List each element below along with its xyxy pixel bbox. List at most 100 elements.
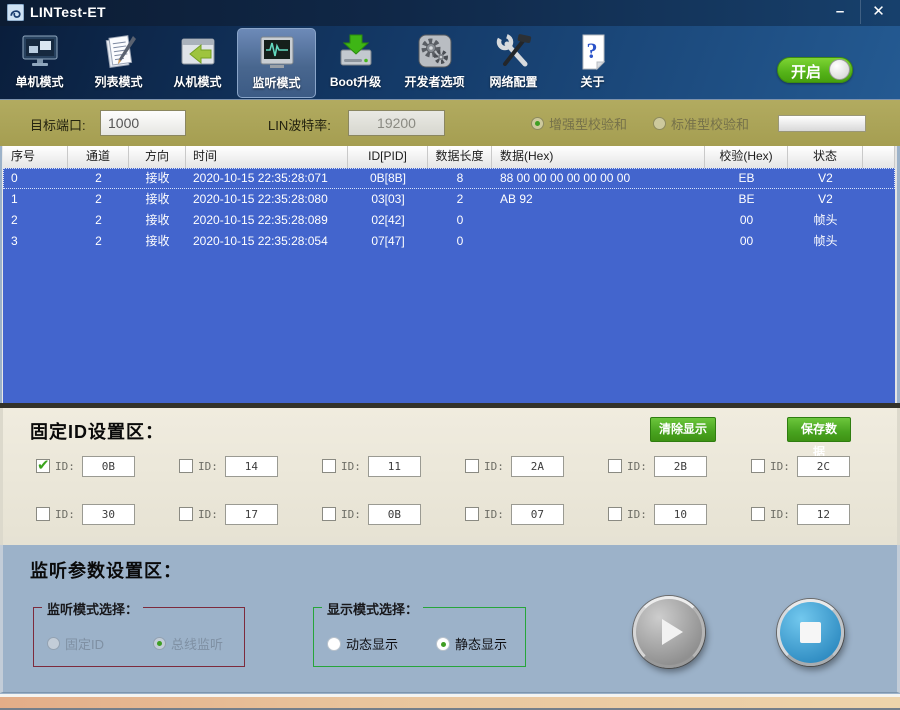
column-header[interactable]: 校验(Hex) (705, 146, 788, 168)
toolbar-item-label: Boot升级 (330, 73, 381, 90)
table-row[interactable]: 32接收2020-10-15 22:35:28:05407[47]000帧头 (3, 231, 895, 252)
toolbar-item-developer-options[interactable]: 开发者选项 (395, 28, 474, 98)
table-cell: 8 (428, 168, 492, 189)
radio-option-动态显示[interactable]: 动态显示 (327, 634, 398, 653)
radio-label: 增强型校验和 (549, 114, 627, 133)
stop-button[interactable] (777, 599, 844, 666)
id-checkbox[interactable] (751, 459, 765, 473)
id-checkbox[interactable] (465, 459, 479, 473)
svg-text:?: ? (586, 38, 597, 63)
column-header[interactable]: 方向 (129, 146, 186, 168)
app-logo-icon (7, 4, 24, 21)
app-window: LINTest-ET – ✕ 单机模式列表模式从机模式监听模式Boot升级开发者… (0, 0, 900, 710)
target-port-input[interactable] (100, 110, 186, 136)
table-row[interactable]: 02接收2020-10-15 22:35:28:0710B[8B]888 00 … (3, 168, 895, 189)
id-label: ID: (627, 460, 647, 473)
toolbar-item-slave-mode[interactable]: 从机模式 (158, 28, 237, 98)
fixed-id-group: ID: (36, 503, 135, 525)
gear-icon (415, 33, 455, 71)
minimize-button[interactable]: – (822, 0, 858, 24)
id-value-input[interactable] (511, 456, 564, 477)
frame-table: 序号通道方向时间ID[PID]数据长度数据(Hex)校验(Hex)状态 02接收… (2, 146, 897, 403)
id-value-input[interactable] (797, 456, 850, 477)
table-cell: 0 (3, 168, 68, 189)
id-value-input[interactable] (225, 456, 278, 477)
column-header[interactable]: 数据长度 (428, 146, 492, 168)
fixed-id-group: ID: (608, 455, 707, 477)
save-data-button[interactable]: 保存数据 (787, 417, 851, 442)
toolbar-item-label: 网络配置 (489, 73, 537, 90)
id-value-input[interactable] (797, 504, 850, 525)
id-value-input[interactable] (368, 456, 421, 477)
clear-display-button[interactable]: 清除显示 (650, 417, 716, 442)
extra-input[interactable] (778, 115, 866, 132)
fixed-id-group: ID: (751, 455, 850, 477)
table-cell: 2 (68, 210, 129, 231)
table-cell-filler (863, 210, 895, 231)
toolbar-item-listen-mode[interactable]: 监听模式 (237, 28, 316, 98)
toggle-knob[interactable] (829, 59, 850, 80)
column-header[interactable]: 数据(Hex) (492, 146, 705, 168)
table-cell-filler (863, 168, 895, 189)
id-label: ID: (198, 460, 218, 473)
radio-option-增强型校验和: 增强型校验和 (531, 114, 627, 133)
id-value-input[interactable] (82, 456, 135, 477)
id-checkbox[interactable] (751, 507, 765, 521)
table-cell: 2 (3, 210, 68, 231)
id-checkbox[interactable] (322, 507, 336, 521)
id-value-input[interactable] (225, 504, 278, 525)
fixed-id-group: ID: (36, 455, 135, 477)
listen-title: 监听参数设置区： (30, 557, 182, 583)
toolbar-item-list-mode[interactable]: 列表模式 (79, 28, 158, 98)
table-cell: 1 (3, 189, 68, 210)
table-row[interactable]: 22接收2020-10-15 22:35:28:08902[42]000帧头 (3, 210, 895, 231)
play-button[interactable] (633, 596, 705, 668)
close-button[interactable]: ✕ (860, 0, 896, 24)
column-header[interactable]: 状态 (788, 146, 863, 168)
table-cell (492, 231, 705, 252)
table-row[interactable]: 12接收2020-10-15 22:35:28:08003[03]2AB 92B… (3, 189, 895, 210)
id-value-input[interactable] (654, 456, 707, 477)
id-value-input[interactable] (82, 504, 135, 525)
start-toggle-label: 开启 (791, 61, 821, 82)
id-value-input[interactable] (654, 504, 707, 525)
table-cell-filler (863, 189, 895, 210)
toolbar-item-network-config[interactable]: 网络配置 (474, 28, 553, 98)
id-checkbox[interactable] (36, 507, 50, 521)
toolbar-item-boot-upgrade[interactable]: Boot升级 (316, 28, 395, 98)
id-value-input[interactable] (368, 504, 421, 525)
table-cell: 2020-10-15 22:35:28:071 (186, 168, 348, 189)
table-cell: V2 (788, 189, 863, 210)
monitor-icon (20, 33, 60, 71)
id-value-input[interactable] (511, 504, 564, 525)
boot-icon (336, 33, 376, 71)
id-checkbox[interactable] (465, 507, 479, 521)
column-header[interactable]: ID[PID] (348, 146, 428, 168)
display-mode-options: 动态显示 静态显示 (327, 634, 507, 653)
column-header[interactable]: 时间 (186, 146, 348, 168)
id-label: ID: (770, 460, 790, 473)
id-checkbox[interactable] (179, 459, 193, 473)
radio-option-静态显示[interactable]: 静态显示 (436, 634, 507, 653)
toolbar: 单机模式列表模式从机模式监听模式 Boot升级开发者选项网络配置 ?关于 开启 (0, 26, 900, 100)
column-header[interactable]: 序号 (3, 146, 68, 168)
toolbar-item-about[interactable]: ?关于 (553, 28, 632, 98)
id-checkbox[interactable] (608, 459, 622, 473)
id-checkbox[interactable] (179, 507, 193, 521)
id-label: ID: (627, 508, 647, 521)
column-header[interactable]: 通道 (68, 146, 129, 168)
fixed-id-group: ID: (179, 455, 278, 477)
table-cell: 3 (3, 231, 68, 252)
table-cell: 2020-10-15 22:35:28:054 (186, 231, 348, 252)
fixed-id-group: ID: (179, 503, 278, 525)
id-checkbox[interactable] (608, 507, 622, 521)
table-cell: 接收 (129, 210, 186, 231)
table-cell: 2020-10-15 22:35:28:080 (186, 189, 348, 210)
toolbar-item-single-mode[interactable]: 单机模式 (0, 28, 79, 98)
table-cell: 00 (705, 210, 788, 231)
id-checkbox[interactable] (322, 459, 336, 473)
id-checkbox[interactable] (36, 459, 50, 473)
baudrate-label: LIN波特率: (268, 115, 331, 134)
start-toggle[interactable]: 开启 (777, 57, 853, 83)
radio-circle-icon (47, 637, 60, 650)
